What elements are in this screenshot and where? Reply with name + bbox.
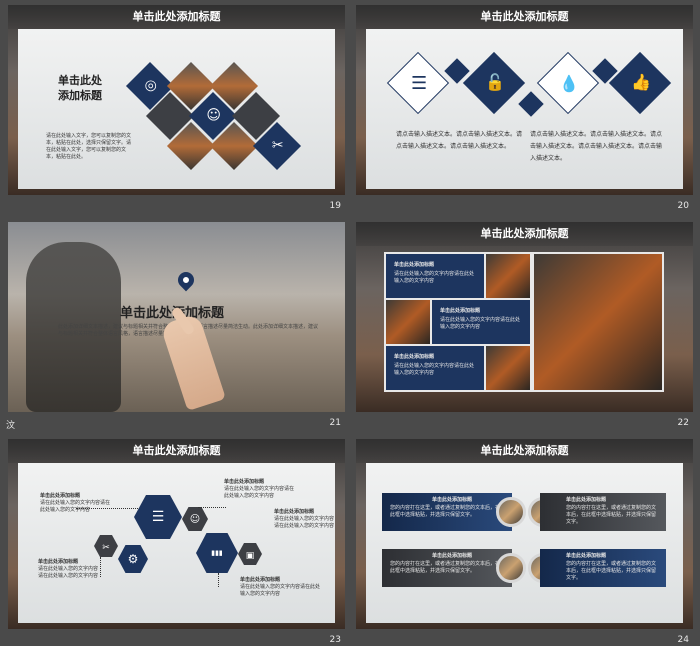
slide-canvas: 单击此处添加标题 此处添加详细文本描述，建议与标题相关并符合整体语言风格，语言描… <box>8 222 345 412</box>
body-text-left: 请点击输入描述文本。请点击输入描述文本。请点击输入描述文本。请点击输入描述文本。 <box>396 131 523 150</box>
slide-title: 单击此处添加标题 <box>356 5 693 29</box>
tools-icon: ✂ <box>102 543 110 553</box>
connector-5 <box>218 573 219 587</box>
hex-user: ☺ <box>182 507 208 531</box>
list-icon: ☰ <box>410 72 428 94</box>
band-2: 单击此处添加标题 您的内容打在这里，或者通过复制您的文本后，在此框中选择粘贴，并… <box>540 493 666 531</box>
text-block-2: 单击此处添加标题 请在此处输入您的文字内容请在此处输入您的文字内容 <box>432 300 530 344</box>
tools-icon: ✂ <box>271 137 284 154</box>
hex-tools: ✂ <box>94 535 118 557</box>
text-block-1: 单击此处添加标题 请在此处输入您的文字内容请在此处输入您的文字内容 <box>386 254 484 298</box>
document-icon: ▣ <box>245 551 255 561</box>
thumbs-up-icon: 👍 <box>631 72 652 92</box>
photo-2 <box>386 300 430 344</box>
slide-canvas: 单击此处添加标题 ☰ 🔓 💧 👍 请点击输入描述文本。请点击输入描述文本。请点击… <box>356 5 693 195</box>
hex-doc: ▣ <box>238 543 262 565</box>
slide-thumb-23[interactable]: 单击此处添加标题 ☰ ☺ ▮▮▮ ▣ ✂ ⚙ 单击此处添加标题 请在此处输入您的… <box>8 439 345 646</box>
connector-2 <box>198 507 226 508</box>
slide-thumb-20[interactable]: 单击此处添加标题 ☰ 🔓 💧 👍 请点击输入描述文本。请点击输入描述文本。请点击… <box>356 5 693 217</box>
slide-thumb-22[interactable]: 单击此处添加标题 单击此处添加标题 请在此处输入您的文字内容请在此处输入您的文字… <box>356 222 693 434</box>
slide-thumb-21[interactable]: 单击此处添加标题 此处添加详细文本描述，建议与标题相关并符合整体语言风格，语言描… <box>6 222 345 434</box>
connector-4 <box>100 557 101 577</box>
heading: 单击此处 添加标题 <box>58 74 102 102</box>
body-text-right: 请点击输入描述文本。请点击输入描述文本。请点击输入描述文本。请点击输入描述文本。… <box>530 131 663 162</box>
user-icon: ☺ <box>206 107 222 124</box>
hex-chat: ☰ <box>134 495 182 539</box>
bar-chart-icon: ▮▮▮ <box>211 549 223 557</box>
body-text: 请在此处输入文字，您可以复制您的文本，粘贴在此处，选择只保留文字。请在此处输入文… <box>46 133 132 160</box>
location-pin-icon <box>174 268 198 292</box>
gear-icon: ⚙ <box>127 552 139 566</box>
band-4: 单击此处添加标题 您的内容打在这里，或者通过复制您的文本后，在此框中选择粘贴，并… <box>540 549 666 587</box>
label-2: 单击此处添加标题 请在此处输入您的文字内容请在此处输入您的文字内容 <box>224 479 295 499</box>
slide-canvas: 单击此处添加标题 单击此处 添加标题 请在此处输入文字，您可以复制您的文本，粘贴… <box>8 5 345 195</box>
slide-number: 21 <box>329 418 341 428</box>
content-card: ☰ 🔓 💧 👍 请点击输入描述文本。请点击输入描述文本。请点击输入描述文本。请点… <box>366 29 683 189</box>
diamond-list: ☰ <box>386 51 450 115</box>
slide-title: 单击此处添加标题 <box>8 439 345 463</box>
hex-gear: ⚙ <box>118 545 148 573</box>
slide-thumb-24[interactable]: 单击此处添加标题 单击此处添加标题 您的内容打在这里，或者通过复制您的文本后，在… <box>356 439 693 646</box>
photo-circle-1 <box>496 497 526 527</box>
slide-canvas: 单击此处添加标题 ☰ ☺ ▮▮▮ ▣ ✂ ⚙ 单击此处添加标题 请在此处输入您的… <box>8 439 345 629</box>
diamond-small-2 <box>518 91 544 117</box>
slide-canvas: 单击此处添加标题 单击此处添加标题 您的内容打在这里，或者通过复制您的文本后，在… <box>356 439 693 629</box>
slide-number: 20 <box>677 201 689 211</box>
content-card: 单击此处 添加标题 请在此处输入文字，您可以复制您的文本，粘贴在此处，选择只保留… <box>18 29 335 189</box>
text-block-3: 单击此处添加标题 请在此处输入您的文字内容请在此处输入您的文字内容 <box>386 346 484 390</box>
photo-large <box>534 254 662 390</box>
label-4: 单击此处添加标题 请在此处输入您的文字内容请在此处输入您的文字内容 <box>38 559 99 579</box>
slide-thumb-19[interactable]: 单击此处添加标题 单击此处 添加标题 请在此处输入文字，您可以复制您的文本，粘贴… <box>8 5 345 217</box>
drop-icon: 💧 <box>559 73 580 93</box>
connector-1 <box>76 508 138 509</box>
chat-icon: ☰ <box>151 509 165 525</box>
target-icon: ◎ <box>144 77 157 94</box>
slide-number: 24 <box>677 635 689 645</box>
slide-title: 单击此处添加标题 <box>8 5 345 29</box>
slide-title: 单击此处添加标题 <box>356 222 693 246</box>
diamond-lock: 🔓 <box>462 51 526 115</box>
hex-chart: ▮▮▮ <box>196 533 238 573</box>
content-card: 单击此处添加标题 您的内容打在这里，或者通过复制您的文本后，在此框中选择粘贴，并… <box>366 463 683 623</box>
lock-icon: 🔓 <box>485 72 506 92</box>
band-3: 单击此处添加标题 您的内容打在这里，或者通过复制您的文本后，在此框中选择粘贴，并… <box>382 549 512 587</box>
content-card: ☰ ☺ ▮▮▮ ▣ ✂ ⚙ 单击此处添加标题 请在此处输入您的文字内容请在此处输… <box>18 463 335 623</box>
slide-number: 23 <box>329 635 341 645</box>
photo-3 <box>486 346 530 390</box>
slide-title: 单击此处添加标题 <box>356 439 693 463</box>
photo-1 <box>486 254 530 298</box>
photo-circle-3 <box>496 553 526 583</box>
band-1: 单击此处添加标题 您的内容打在这里，或者通过复制您的文本后，在此框中选择粘贴，并… <box>382 493 512 531</box>
label-1: 单击此处添加标题 请在此处输入您的文字内容请在此处输入您的文字内容 <box>40 493 111 513</box>
label-5: 单击此处添加标题 请在此处输入您的文字内容请在此处输入您的文字内容 <box>240 577 321 597</box>
slide-canvas: 单击此处添加标题 单击此处添加标题 请在此处输入您的文字内容请在此处输入您的文字… <box>356 222 693 412</box>
user-icon: ☺ <box>189 514 201 525</box>
slide-number: 19 <box>329 201 341 211</box>
side-text: 汶 <box>6 421 16 431</box>
diamond-thumb: 👍 <box>608 51 672 115</box>
diamond-drop: 💧 <box>536 51 600 115</box>
label-3: 单击此处添加标题 请在此处输入您的文字内容请在此处输入您的文字内容 <box>274 509 335 529</box>
slide-number: 22 <box>677 418 689 428</box>
